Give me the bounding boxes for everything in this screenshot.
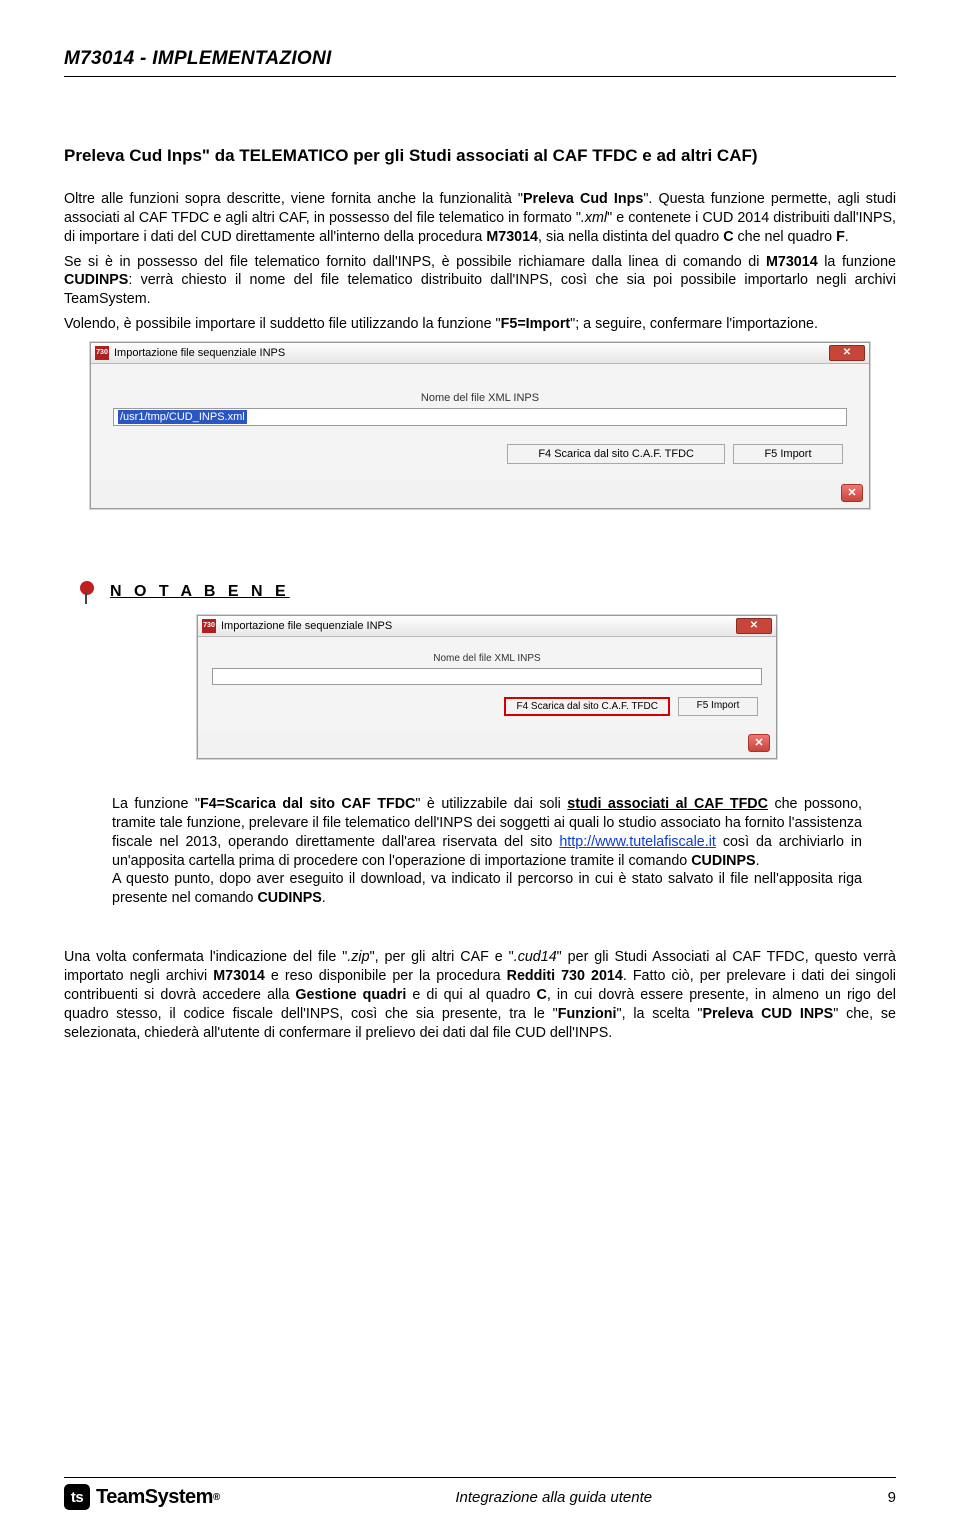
text-bold: CUDINPS [257, 890, 321, 906]
text-italic: .zip [347, 949, 369, 965]
field-label-xml: Nome del file XML INPS [212, 653, 762, 664]
text-bold: Redditi 730 2014 [507, 968, 623, 984]
text: . [756, 853, 760, 869]
xml-path-input[interactable]: /usr1/tmp/CUD_INPS.xml [113, 408, 847, 426]
paragraph-2: Se si è in possesso del file telematico … [64, 253, 896, 310]
registered-mark: ® [213, 1492, 220, 1503]
text: Se si è in possesso del file telematico … [64, 254, 766, 270]
text: e reso disponibile per la procedura [265, 968, 507, 984]
text: la funzione [818, 254, 896, 270]
dialog-titlebar: 730 Importazione file sequenziale INPS ✕ [91, 343, 869, 364]
text: ", per gli altri CAF e " [370, 949, 514, 965]
text: Oltre alle funzioni sopra descritte, vie… [64, 191, 523, 207]
cancel-icon[interactable]: ✕ [748, 734, 770, 752]
text-italic: .cud14 [514, 949, 557, 965]
text: Una volta confermata l'indicazione del f… [64, 949, 347, 965]
nota-paragraph-1: La funzione "F4=Scarica dal sito CAF TFD… [112, 795, 862, 870]
text: ", la scelta " [617, 1006, 703, 1022]
paragraph-3: Volendo, è possibile importare il suddet… [64, 315, 896, 334]
cancel-icon[interactable]: ✕ [841, 484, 863, 502]
text: . [322, 890, 326, 906]
text-bold: Preleva CUD INPS [702, 1006, 833, 1022]
text: A questo punto, dopo aver eseguito il do… [112, 871, 862, 906]
scarica-button-highlighted[interactable]: F4 Scarica dal sito C.A.F. TFDC [504, 697, 670, 716]
text: : verrà chiesto il nome del file telemat… [64, 272, 896, 307]
dialog-import-inps-1: 730 Importazione file sequenziale INPS ✕… [90, 342, 870, 509]
final-paragraph: Una volta confermata l'indicazione del f… [64, 948, 896, 1042]
field-label-xml: Nome del file XML INPS [113, 392, 847, 404]
page-header-title: M73014 - IMPLEMENTAZIONI [64, 48, 896, 70]
text-bold: Funzioni [558, 1006, 617, 1022]
text: Volendo, è possibile importare il suddet… [64, 316, 501, 332]
text-bold: M73014 [213, 968, 265, 984]
teamsystem-logo: ts TeamSystem® [64, 1484, 220, 1510]
teamsystem-mark-icon: ts [64, 1484, 90, 1510]
text: , sia nella distinta del quadro [538, 229, 723, 245]
text-bold: CUDINPS [64, 272, 128, 288]
tutelafiscale-link[interactable]: http://www.tutelafiscale.it [559, 834, 716, 850]
xml-path-input[interactable] [212, 668, 762, 685]
text-italic: .xml [581, 210, 607, 226]
app-icon: 730 [202, 619, 216, 633]
dialog-titlebar: 730 Importazione file sequenziale INPS ✕ [198, 616, 776, 637]
text-bold-underline: studi associati al CAF TFDC [567, 796, 768, 812]
import-button[interactable]: F5 Import [678, 697, 758, 716]
dialog-import-inps-2: 730 Importazione file sequenziale INPS ✕… [197, 615, 777, 759]
header-rule [64, 76, 896, 77]
text-bold: C [723, 229, 733, 245]
pin-icon [74, 579, 100, 605]
xml-path-value: /usr1/tmp/CUD_INPS.xml [118, 410, 247, 424]
text: e di qui al quadro [406, 987, 536, 1003]
text: "; a seguire, confermare l'importazione. [570, 316, 818, 332]
close-icon[interactable]: ✕ [736, 618, 772, 634]
text-bold: CUDINPS [691, 853, 755, 869]
text: " è utilizzabile dai soli [415, 796, 567, 812]
paragraph-1: Oltre alle funzioni sopra descritte, vie… [64, 190, 896, 247]
text-bold: M73014 [486, 229, 538, 245]
text-bold: Preleva Cud Inps [523, 191, 643, 207]
logo-text: TeamSystem [96, 1486, 213, 1509]
nota-bene-label: N O T A B E N E [110, 583, 290, 601]
text-bold: F4=Scarica dal sito CAF TFDC [200, 796, 415, 812]
dialog-title: Importazione file sequenziale INPS [114, 347, 285, 359]
text-bold: F [836, 229, 845, 245]
footer-center-text: Integrazione alla guida utente [455, 1489, 652, 1506]
text: che nel quadro [734, 229, 837, 245]
text-bold: Gestione quadri [295, 987, 406, 1003]
footer-rule [64, 1477, 896, 1478]
nota-paragraph-2: A questo punto, dopo aver eseguito il do… [112, 870, 862, 908]
app-icon: 730 [95, 346, 109, 360]
page-number: 9 [888, 1489, 896, 1506]
text: . [845, 229, 849, 245]
dialog-title: Importazione file sequenziale INPS [221, 620, 392, 632]
text-bold: M73014 [766, 254, 818, 270]
close-icon[interactable]: ✕ [829, 345, 865, 361]
text-bold: F5=Import [501, 316, 571, 332]
scarica-button[interactable]: F4 Scarica dal sito C.A.F. TFDC [507, 444, 725, 464]
section-heading: Preleva Cud Inps" da TELEMATICO per gli … [64, 145, 896, 168]
text: La funzione " [112, 796, 200, 812]
import-button[interactable]: F5 Import [733, 444, 843, 464]
text-bold: C [537, 987, 547, 1003]
